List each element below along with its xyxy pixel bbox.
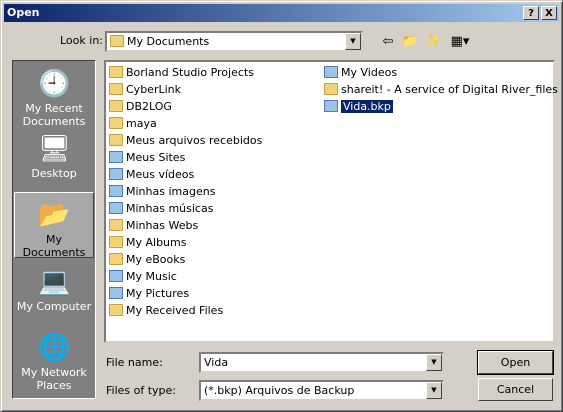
place-label: My Recent Documents <box>22 102 86 128</box>
back-arrow-icon[interactable]: ⇦ <box>378 33 398 51</box>
special-folder-icon <box>109 185 123 197</box>
list-item[interactable]: My Music <box>109 268 177 285</box>
place-desktop[interactable]: 🖥 Desktop <box>14 127 94 193</box>
help-button[interactable]: ? <box>523 6 539 20</box>
list-item[interactable]: Minhas músicas <box>109 200 213 217</box>
up-folder-icon[interactable]: 📁 <box>400 33 420 51</box>
list-item[interactable]: CyberLink <box>109 81 181 98</box>
my-computer-icon: 💻 <box>38 267 71 297</box>
list-item[interactable]: Minhas Webs <box>109 217 198 234</box>
file-name-value: Vida <box>204 356 229 369</box>
special-folder-icon <box>109 151 123 163</box>
list-item[interactable]: shareit! - A service of Digital River_fi… <box>324 81 558 98</box>
item-name: My Videos <box>341 66 398 79</box>
item-name: Minhas imagens <box>126 185 216 198</box>
network-places-icon: 🌐 <box>38 333 71 363</box>
folder-icon <box>109 219 123 231</box>
file-icon <box>324 100 338 112</box>
file-type-value: (*.bkp) Arquivos de Backup <box>204 384 355 397</box>
list-item[interactable]: Minhas imagens <box>109 183 215 200</box>
cancel-button[interactable]: Cancel <box>478 378 553 401</box>
chevron-down-icon[interactable]: ▼ <box>426 382 442 399</box>
list-item[interactable]: Vida.bkp <box>324 98 394 115</box>
item-name: My Music <box>126 270 177 283</box>
chevron-down-icon[interactable]: ▼ <box>345 33 361 50</box>
new-folder-icon[interactable]: ✨ <box>423 33 443 51</box>
item-name: Meus Sites <box>126 151 186 164</box>
folder-icon <box>324 83 338 95</box>
folder-icon <box>109 304 123 316</box>
my-documents-icon: 📂 <box>38 200 71 230</box>
folder-icon <box>109 100 123 112</box>
place-my-recent-documents[interactable]: 🕘 My Recent Documents <box>14 62 94 128</box>
special-folder-icon <box>109 287 123 299</box>
chevron-down-icon[interactable]: ▼ <box>426 354 442 371</box>
list-item[interactable]: Meus Sites <box>109 149 185 166</box>
recent-documents-icon: 🕘 <box>38 69 71 99</box>
list-item[interactable]: My eBooks <box>109 251 185 268</box>
special-folder-icon <box>324 66 338 78</box>
file-name-input[interactable]: Vida ▼ <box>199 352 444 373</box>
place-label: My Network Places <box>21 366 87 392</box>
item-name: maya <box>126 117 157 130</box>
item-name: Meus arquivos recebidos <box>126 134 263 147</box>
item-name: Vida.bkp <box>340 99 394 114</box>
special-folder-icon <box>109 202 123 214</box>
item-name: shareit! - A service of Digital River_fi… <box>341 83 558 96</box>
folder-icon <box>109 134 123 146</box>
list-item[interactable]: My Received Files <box>109 302 223 319</box>
list-item[interactable]: My Albums <box>109 234 186 251</box>
list-item[interactable]: maya <box>109 115 157 132</box>
look-in-dropdown[interactable]: My Documents ▼ <box>105 31 363 52</box>
special-folder-icon <box>109 270 123 282</box>
item-name: CyberLink <box>126 83 181 96</box>
title-bar[interactable]: Open ? X <box>4 4 559 22</box>
place-my-computer[interactable]: 💻 My Computer <box>14 260 94 326</box>
places-bar: 🕘 My Recent Documents 🖥 Desktop 📂 My Doc… <box>12 60 96 399</box>
place-label: My Computer <box>16 300 92 313</box>
close-button[interactable]: X <box>541 6 557 20</box>
place-my-documents[interactable]: 📂 My Documents <box>14 192 94 259</box>
look-in-label: Look in: <box>60 34 103 47</box>
list-item[interactable]: Borland Studio Projects <box>109 64 254 81</box>
item-name: Meus vídeos <box>126 168 195 181</box>
file-list[interactable]: Borland Studio Projects CyberLink DB2LOG ma… <box>104 60 558 343</box>
item-name: My eBooks <box>126 253 186 266</box>
list-item[interactable]: Meus arquivos recebidos <box>109 132 262 149</box>
view-menu-icon[interactable]: ▦▾ <box>447 33 473 51</box>
list-item[interactable]: DB2LOG <box>109 98 172 115</box>
item-name: Minhas músicas <box>126 202 214 215</box>
place-my-network-places[interactable]: 🌐 My Network Places <box>14 326 94 392</box>
dialog-title: Open <box>7 6 40 19</box>
my-documents-icon <box>110 35 124 47</box>
folder-icon <box>109 253 123 265</box>
list-item[interactable]: Meus vídeos <box>109 166 194 183</box>
list-item[interactable]: My Pictures <box>109 285 189 302</box>
special-folder-icon <box>109 168 123 180</box>
folder-icon <box>109 66 123 78</box>
place-label: Desktop <box>31 167 77 180</box>
desktop-icon: 🖥 <box>38 134 72 164</box>
open-button[interactable]: Open <box>477 350 554 375</box>
item-name: DB2LOG <box>126 100 172 113</box>
item-name: Minhas Webs <box>126 219 199 232</box>
file-name-label: File name: <box>106 356 163 369</box>
list-item[interactable]: My Videos <box>324 64 397 81</box>
look-in-value: My Documents <box>127 35 210 48</box>
place-label: My Documents <box>22 233 86 259</box>
folder-icon <box>109 83 123 95</box>
item-name: My Pictures <box>126 287 190 300</box>
item-name: Borland Studio Projects <box>126 66 254 79</box>
item-name: My Received Files <box>126 304 224 317</box>
open-dialog: Open ? X Look in: My Documents ▼ ⇦ 📁 ✨ ▦… <box>0 0 563 412</box>
folder-icon <box>109 236 123 248</box>
file-type-dropdown[interactable]: (*.bkp) Arquivos de Backup ▼ <box>199 380 444 401</box>
item-name: My Albums <box>126 236 187 249</box>
file-type-label: Files of type: <box>106 384 177 397</box>
folder-icon <box>109 117 123 129</box>
